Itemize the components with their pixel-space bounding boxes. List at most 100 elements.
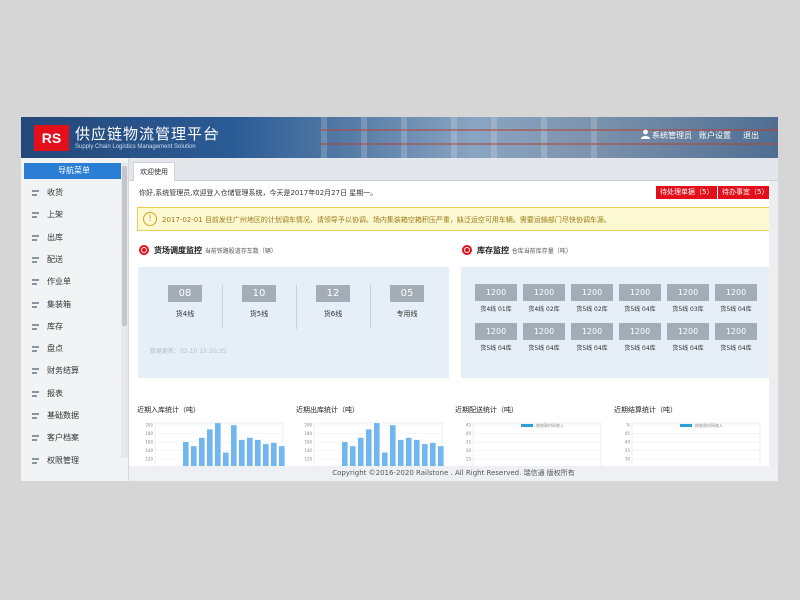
track-count: 12 [316, 285, 350, 302]
data-bar [398, 439, 404, 466]
todo-button[interactable]: 待办事宜（5） [718, 186, 773, 199]
sidebar-item-receiving[interactable]: 收货 [21, 182, 121, 204]
warehouse-stock-value: 1200 [475, 284, 517, 301]
data-bar [406, 437, 412, 466]
user-icon [641, 129, 650, 139]
sidebar-item-delivery[interactable]: 配送 [21, 249, 121, 271]
sidebar-item-work-order[interactable]: 作业单 [21, 271, 121, 293]
yard-section-title: 货场调度监控 当前铁路股道存车数（辆） [154, 245, 277, 256]
sidebar-item-label: 上架 [47, 210, 63, 220]
y-tick-label: 120 [304, 457, 312, 462]
inbound-bar-chart: 200 180 160 140 120 [145, 423, 285, 466]
sidebar-item-container[interactable]: 集装箱 [21, 294, 121, 316]
outbound-chart-title-text: 近期出库统计 [296, 406, 338, 414]
sidebar-item-finance[interactable]: 财务结算 [21, 360, 121, 382]
yard-subtitle: 当前铁路股道存车数（辆） [204, 248, 277, 255]
sidebar-item-customers[interactable]: 客户档案 [21, 427, 121, 449]
y-tick-label: 140 [145, 448, 153, 453]
sidebar-item-base-data[interactable]: 基础数据 [21, 405, 121, 427]
data-bar [215, 423, 221, 466]
menu-list-icon [32, 234, 39, 241]
info-icon: ! [143, 212, 157, 226]
account-settings-link[interactable]: 账户设置 [699, 130, 731, 141]
data-bar [191, 446, 197, 466]
sidebar-item-label: 客户档案 [47, 433, 79, 443]
header-bg-decor [541, 117, 547, 158]
yard-update-time: 数据更新：02-10 15:20:35 [150, 348, 227, 355]
sidebar-item-reports[interactable]: 报表 [21, 383, 121, 405]
header-bg-decor [591, 117, 597, 158]
data-bar [239, 439, 245, 466]
footer-copyright: Copyright ©2016-2020 Railstone . All Rig… [129, 466, 778, 481]
inbound-chart-title: 近期入库统计（吨） [137, 405, 200, 415]
y-tick-label: 160 [145, 440, 153, 445]
logout-link[interactable]: 退出 [743, 130, 759, 141]
track-label: 专用线 [396, 310, 418, 318]
outbound-bar-chart: 200 180 160 140 120 [304, 423, 444, 466]
stock-subtitle: 仓库当前库存量（吨） [511, 248, 572, 255]
nav-menu-header[interactable]: 导航菜单 [24, 163, 124, 179]
track-count: 05 [390, 285, 424, 302]
data-bar [263, 444, 269, 466]
warehouse-stock-value: 1200 [667, 284, 709, 301]
menu-list-icon [32, 413, 39, 419]
data-bar [358, 437, 364, 466]
top-header: RS 供应链物流管理平台 V1.0 Supply Chain Logistics… [21, 117, 778, 158]
outbound-chart-unit: （吨） [338, 406, 359, 414]
track-label: 货6线 [323, 310, 343, 318]
warehouse-label: 货4线 02库 [528, 306, 560, 313]
track-count: 10 [242, 285, 276, 302]
inbound-chart-unit: （吨） [179, 406, 200, 414]
data-bar [438, 446, 444, 466]
warehouse-label: 货5线 04库 [672, 345, 704, 352]
settlement-chart-title-text: 近期结算统计 [614, 406, 656, 414]
data-bar [255, 439, 261, 466]
notice-banner: ! 2017-02-01 目前发往广州地区的计划调车情况，请领导予以协调。场内集… [137, 207, 771, 231]
content-scrollbar[interactable] [769, 181, 778, 466]
main-content: 你好,系统管理员,欢迎登入仓储管理系统，今天是2017年02月27日 星期一。 … [129, 181, 778, 466]
sidebar-item-label: 盘点 [47, 344, 63, 354]
yard-panel: 08 货4线 10 货5线 12 货6线 05 专用线 数据更新：02-10 15:20:35 [138, 267, 449, 378]
sidebar-scroll-thumb[interactable] [122, 166, 127, 326]
y-tick-label: 40 [625, 440, 631, 445]
sidebar-item-outbound[interactable]: 出库 [21, 227, 121, 249]
warehouse-label: 货5线 04库 [624, 306, 656, 313]
warehouse-label: 货5线 04库 [720, 345, 752, 352]
menu-list-icon [32, 279, 39, 286]
header-bg-decor [401, 117, 407, 158]
delivery-chart-title: 近期配送统计（吨） [455, 405, 518, 415]
sidebar-item-putaway[interactable]: 上架 [21, 204, 121, 226]
menu-list-icon [32, 346, 39, 353]
tab-welcome[interactable]: 欢迎使用 [133, 162, 175, 181]
warehouse-label: 货5线 04库 [576, 345, 608, 352]
delivery-line-chart: 45 40 35 30 25 按收款时间收入 [466, 422, 602, 466]
app-subtitle: Supply Chain Logistics Management Soluti… [75, 144, 196, 150]
data-bar [271, 442, 277, 466]
stock-panel: 1200 货4线 01库 1200 货4线 02库 1200 货5线 02库 1200 货5线… [461, 267, 773, 378]
warehouse-stock-value: 1200 [619, 284, 661, 301]
data-bar [199, 437, 205, 466]
data-bar [342, 442, 348, 466]
warehouse-stock-value: 1200 [715, 284, 757, 301]
menu-list-icon [32, 190, 39, 196]
sidebar-item-stocktake[interactable]: 盘点 [21, 338, 121, 360]
sidebar-item-inventory[interactable]: 库存 [21, 316, 121, 338]
delivery-chart-title-text: 近期配送统计 [455, 406, 497, 414]
settlement-chart-title: 近期结算统计（吨） [614, 405, 677, 415]
data-bar [374, 423, 380, 466]
current-user-link[interactable]: 系统管理员 [652, 130, 692, 141]
data-bar [422, 444, 428, 466]
sidebar-item-permissions[interactable]: 权限管理 [21, 450, 121, 472]
data-bar [279, 446, 285, 466]
warehouse-label: 货5线 04库 [624, 345, 656, 352]
sidebar-item-label: 集装箱 [47, 299, 71, 309]
y-tick-label: 30 [625, 457, 631, 462]
legend-label: 按收款时间收入 [536, 422, 564, 428]
y-tick-label: 45 [466, 423, 472, 428]
sidebar-item-label: 财务结算 [47, 366, 79, 376]
warehouse-stock-value: 1200 [475, 323, 517, 340]
welcome-greeting: 你好,系统管理员,欢迎登入仓储管理系统，今天是2017年02月27日 星期一。 [139, 189, 378, 197]
y-tick-label: 180 [145, 431, 153, 436]
app-title: 供应链物流管理平台 [75, 125, 220, 143]
pending-orders-button[interactable]: 待处理单据（5） [656, 186, 718, 199]
